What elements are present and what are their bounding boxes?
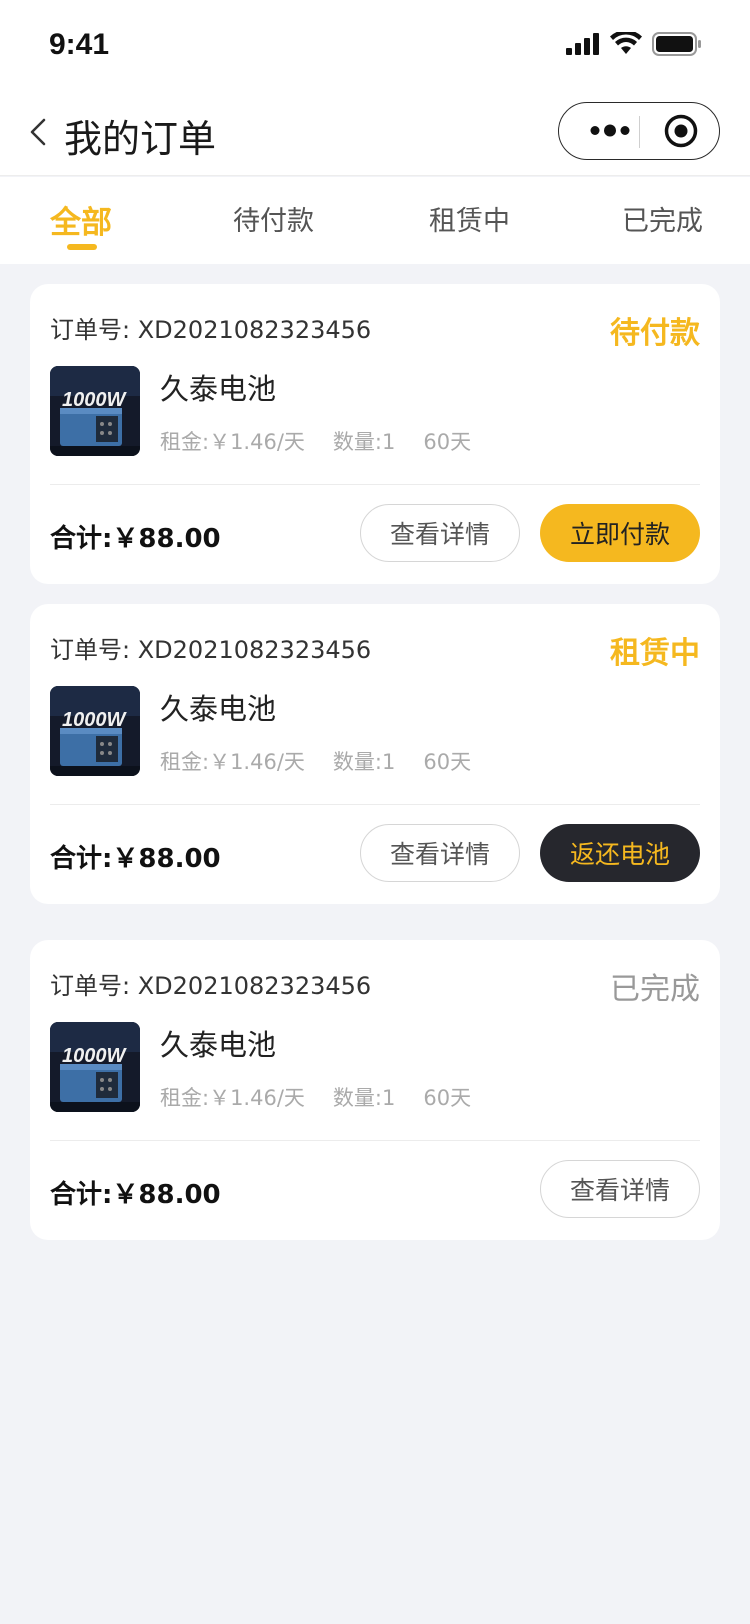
product-image-text: 1000W xyxy=(62,709,127,731)
status-time: 9:41 xyxy=(49,28,110,61)
tab-active-indicator xyxy=(67,244,97,250)
order-tabs: 全部 待付款 租赁中 已完成 xyxy=(0,177,750,264)
order-total: 合计:￥88.00 xyxy=(50,524,221,554)
order-number-label: 订单号: xyxy=(50,972,131,1000)
nav-bar: 我的订单 xyxy=(0,88,750,176)
order-status: 待付款 xyxy=(610,316,700,351)
pay-now-button[interactable]: 立即付款 xyxy=(540,504,700,562)
rent-price: 租金:￥1.46/天 xyxy=(160,750,305,774)
more-icon[interactable] xyxy=(583,103,637,158)
order-number: 订单号: XD2021082323456 xyxy=(50,966,371,1001)
tab-completed[interactable]: 已完成 xyxy=(622,199,703,238)
return-battery-button[interactable]: 返还电池 xyxy=(540,824,700,882)
order-number-value: XD2021082323456 xyxy=(137,316,372,344)
card-divider xyxy=(50,1140,700,1141)
order-status: 租赁中 xyxy=(610,636,700,671)
quantity: 数量:1 xyxy=(332,430,396,454)
tab-all[interactable]: 全部 xyxy=(50,197,112,242)
status-icons xyxy=(566,30,702,58)
rental-days: 60天 xyxy=(423,750,472,774)
product-name: 久泰电池 xyxy=(160,1028,277,1062)
order-status: 已完成 xyxy=(610,972,700,1007)
card-divider xyxy=(50,484,700,485)
product-thumbnail: 1000W xyxy=(50,1022,140,1112)
product-image-text: 1000W xyxy=(62,389,127,411)
product-name: 久泰电池 xyxy=(160,372,277,406)
battery-product-image: 1000W xyxy=(50,366,140,456)
wifi-icon xyxy=(610,32,642,54)
order-number: 订单号: XD2021082323456 xyxy=(50,310,371,345)
close-target-icon[interactable] xyxy=(663,113,699,149)
view-details-button[interactable]: 查看详情 xyxy=(540,1160,700,1218)
view-details-button[interactable]: 查看详情 xyxy=(360,824,520,882)
page-title: 我的订单 xyxy=(64,117,217,161)
tab-renting[interactable]: 租赁中 xyxy=(429,199,510,238)
tab-pending-payment[interactable]: 待付款 xyxy=(233,199,314,238)
product-meta: 租金:￥1.46/天 数量:1 60天 xyxy=(160,1082,471,1112)
product-name: 久泰电池 xyxy=(160,692,277,726)
battery-icon xyxy=(652,32,701,56)
quantity: 数量:1 xyxy=(332,750,396,774)
order-number-label: 订单号: xyxy=(50,636,131,664)
quantity: 数量:1 xyxy=(332,1086,396,1110)
order-card: 订单号: XD2021082323456 租赁中 1000W 久泰电池 租金:￥… xyxy=(30,604,720,904)
order-number-label: 订单号: xyxy=(50,316,131,344)
product-thumbnail: 1000W xyxy=(50,686,140,776)
signal-icon xyxy=(566,33,599,55)
mini-program-capsule xyxy=(558,102,720,160)
back-icon[interactable] xyxy=(26,112,50,152)
status-bar: 9:41 xyxy=(0,0,750,88)
battery-product-image: 1000W xyxy=(50,1022,140,1112)
rental-days: 60天 xyxy=(423,430,472,454)
order-total: 合计:￥88.00 xyxy=(50,844,221,874)
order-number: 订单号: XD2021082323456 xyxy=(50,630,371,665)
view-details-button[interactable]: 查看详情 xyxy=(360,504,520,562)
order-card: 订单号: XD2021082323456 待付款 1000W 久泰电池 租金:￥… xyxy=(30,284,720,584)
capsule-divider xyxy=(639,116,640,148)
rent-price: 租金:￥1.46/天 xyxy=(160,430,305,454)
order-number-value: XD2021082323456 xyxy=(137,972,372,1000)
card-divider xyxy=(50,804,700,805)
rental-days: 60天 xyxy=(423,1086,472,1110)
product-image-text: 1000W xyxy=(62,1045,127,1067)
battery-product-image: 1000W xyxy=(50,686,140,776)
product-meta: 租金:￥1.46/天 数量:1 60天 xyxy=(160,746,471,776)
product-thumbnail: 1000W xyxy=(50,366,140,456)
rent-price: 租金:￥1.46/天 xyxy=(160,1086,305,1110)
order-card: 订单号: XD2021082323456 已完成 1000W 久泰电池 租金:￥… xyxy=(30,940,720,1240)
order-number-value: XD2021082323456 xyxy=(137,636,372,664)
product-meta: 租金:￥1.46/天 数量:1 60天 xyxy=(160,426,471,456)
order-total: 合计:￥88.00 xyxy=(50,1180,221,1210)
